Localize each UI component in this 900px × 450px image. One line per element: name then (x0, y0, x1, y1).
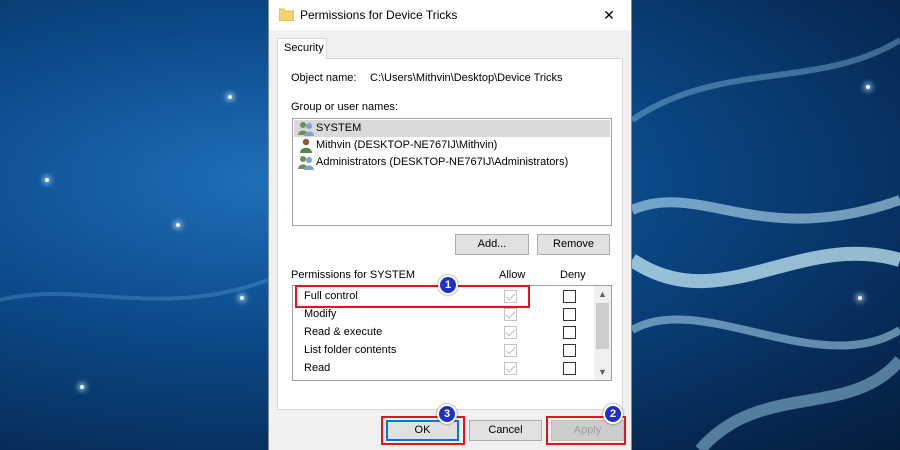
deny-checkbox[interactable] (563, 308, 576, 321)
step-marker: 2 (603, 404, 623, 424)
add-button[interactable]: Add... (455, 234, 529, 255)
close-icon: ✕ (603, 6, 615, 23)
allow-header: Allow (499, 269, 526, 281)
permissions-scrollbar[interactable]: ▲ ▼ (594, 286, 611, 380)
user-list[interactable]: SYSTEM Mithvin (DESKTOP-NE767IJ\Mithvin)… (292, 118, 612, 226)
star-sparkle (176, 223, 180, 227)
permission-name: Read (304, 362, 331, 374)
user-name: Mithvin (DESKTOP-NE767IJ\Mithvin) (316, 139, 498, 151)
step-marker: 1 (438, 275, 458, 295)
user-icon (300, 138, 312, 153)
cancel-button[interactable]: Cancel (469, 420, 542, 441)
star-sparkle (45, 178, 49, 182)
permission-row: List folder contents (293, 342, 595, 360)
object-name-value: C:\Users\Mithvin\Desktop\Device Tricks (370, 72, 563, 84)
scroll-thumb[interactable] (596, 303, 609, 349)
allow-checkbox[interactable] (504, 362, 517, 375)
allow-checkbox[interactable] (504, 308, 517, 321)
allow-checkbox[interactable] (504, 326, 517, 339)
star-sparkle (858, 296, 862, 300)
permission-row: Read (293, 360, 595, 378)
close-button[interactable]: ✕ (587, 0, 631, 30)
deny-checkbox[interactable] (563, 290, 576, 303)
scroll-down-icon[interactable]: ▼ (594, 364, 611, 380)
star-sparkle (80, 385, 84, 389)
deny-checkbox[interactable] (563, 362, 576, 375)
permission-row: Read & execute (293, 324, 595, 342)
permission-row: Modify (293, 306, 595, 324)
permission-name: List folder contents (304, 344, 397, 356)
user-list-item[interactable]: Mithvin (DESKTOP-NE767IJ\Mithvin) (294, 137, 610, 154)
remove-button[interactable]: Remove (537, 234, 610, 255)
dialog-body: Security Object name: C:\Users\Mithvin\D… (269, 30, 631, 450)
highlight-full-control (295, 285, 530, 308)
scroll-up-icon[interactable]: ▲ (594, 286, 611, 302)
permission-name: Modify (304, 308, 337, 320)
star-sparkle (228, 95, 232, 99)
title-bar[interactable]: Permissions for Device Tricks ✕ (269, 0, 631, 30)
user-group-icon (298, 156, 314, 170)
user-name: Administrators (DESKTOP-NE767IJ\Administ… (316, 156, 569, 168)
user-group-icon (298, 122, 314, 136)
folder-icon (279, 8, 294, 21)
star-sparkle (240, 296, 244, 300)
permissions-dialog: Permissions for Device Tricks ✕ Security… (268, 0, 632, 450)
permission-name: Read & execute (304, 326, 383, 338)
permissions-header: Permissions for SYSTEM (291, 269, 416, 281)
allow-checkbox[interactable] (504, 344, 517, 357)
star-sparkle (866, 85, 870, 89)
user-list-item[interactable]: SYSTEM (294, 120, 610, 137)
deny-checkbox[interactable] (563, 344, 576, 357)
window-title: Permissions for Device Tricks (300, 8, 458, 22)
tab-label: Security (284, 42, 324, 54)
tab-security[interactable]: Security (277, 38, 327, 59)
deny-checkbox[interactable] (563, 326, 576, 339)
object-name-label: Object name: (291, 72, 357, 84)
step-marker: 3 (437, 404, 457, 424)
user-name: SYSTEM (316, 122, 362, 134)
security-panel: Object name: C:\Users\Mithvin\Desktop\De… (277, 58, 623, 410)
user-list-item[interactable]: Administrators (DESKTOP-NE767IJ\Administ… (294, 154, 610, 171)
group-names-label: Group or user names: (291, 101, 398, 113)
deny-header: Deny (560, 269, 586, 281)
